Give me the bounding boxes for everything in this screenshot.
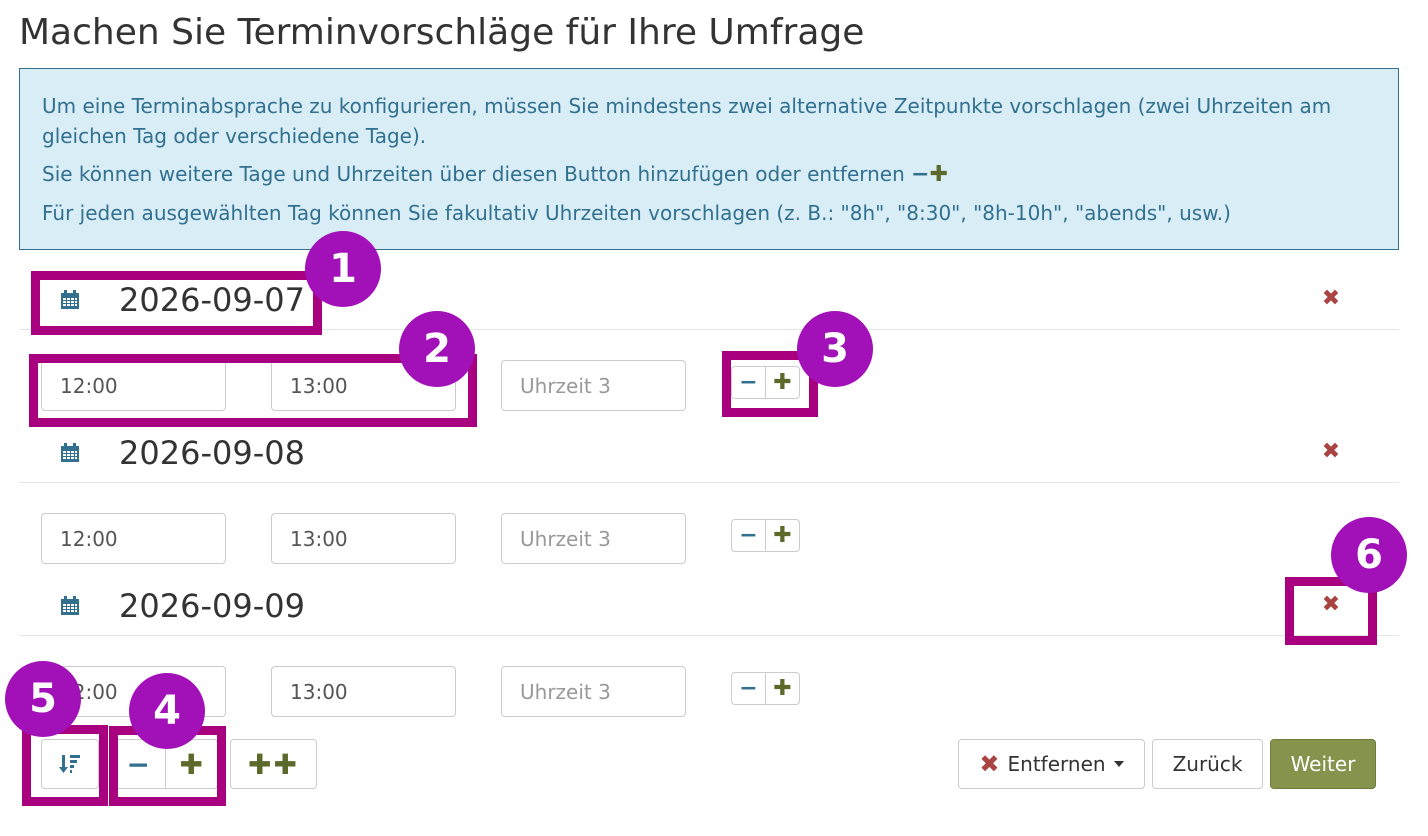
time-slots-row: − ✚ — [0, 513, 1428, 565]
annotation-badge: 4 — [129, 673, 205, 749]
day-date-input[interactable]: 2026-09-08 — [119, 431, 305, 475]
time-input-3[interactable] — [501, 360, 686, 411]
time-input-2[interactable] — [271, 513, 456, 564]
next-button[interactable]: Weiter — [1270, 739, 1376, 789]
time-input-2[interactable] — [271, 666, 456, 717]
remove-time-button[interactable]: − — [732, 520, 765, 551]
remove-day-icon[interactable]: ✖ — [1319, 284, 1343, 314]
sort-dates-button[interactable] — [41, 739, 99, 789]
caret-down-icon — [1113, 761, 1124, 767]
day-row: 2026-09-07 ✖ — [19, 270, 1399, 330]
remove-time-button[interactable]: − — [732, 673, 765, 704]
remove-day-icon[interactable]: ✖ — [1319, 590, 1343, 620]
info-line-1: Um eine Terminabsprache zu konfigurieren… — [42, 94, 1332, 148]
calendar-icon[interactable] — [60, 596, 80, 616]
annotation-badge: 1 — [305, 231, 381, 307]
calendar-icon[interactable] — [60, 443, 80, 463]
time-slots-row: − ✚ — [0, 666, 1428, 718]
add-time-button[interactable]: ✚ — [765, 367, 799, 398]
info-line-2-text: Sie können weitere Tage und Uhrzeiten üb… — [42, 162, 905, 186]
sort-icon — [59, 755, 80, 773]
info-alert: Um eine Terminabsprache zu konfigurieren… — [19, 68, 1399, 250]
add-time-button[interactable]: ✚ — [765, 673, 799, 704]
add-time-button[interactable]: ✚ — [765, 520, 799, 551]
info-line-3: Für jeden ausgewählten Tag können Sie fa… — [42, 201, 1231, 225]
day-date-input[interactable]: 2026-09-09 — [119, 584, 305, 628]
back-button[interactable]: Zurück — [1152, 739, 1263, 789]
annotation-badge: 3 — [797, 311, 873, 387]
remove-label: Entfernen — [1007, 752, 1106, 776]
minus-icon: − — [911, 162, 930, 187]
double-plus-icon: ✚✚ — [248, 747, 299, 781]
annotation-badge: 2 — [399, 311, 475, 387]
remove-time-button[interactable]: − — [732, 367, 765, 398]
remove-day-icon[interactable]: ✖ — [1319, 437, 1343, 467]
copy-times-button[interactable]: ✚✚ — [230, 739, 317, 789]
time-input-1[interactable] — [41, 360, 226, 411]
time-input-1[interactable] — [41, 513, 226, 564]
time-stepper: − ✚ — [731, 366, 800, 399]
info-line-2: Sie können weitere Tage und Uhrzeiten üb… — [42, 159, 1376, 190]
annotation-badge: 5 — [5, 661, 81, 737]
page-title: Machen Sie Terminvorschläge für Ihre Umf… — [19, 12, 865, 53]
day-row: 2026-09-09 ✖ — [19, 576, 1399, 636]
time-stepper: − ✚ — [731, 519, 800, 552]
remove-icon: ✖ — [979, 750, 1000, 778]
time-input-3[interactable] — [501, 513, 686, 564]
time-slots-row: − ✚ — [0, 360, 1428, 412]
remove-dropdown-button[interactable]: ✖ Entfernen — [958, 739, 1145, 789]
time-stepper: − ✚ — [731, 672, 800, 705]
bottom-toolbar: − ✚ ✚✚ ✖ Entfernen Zurück Weiter — [0, 739, 1428, 789]
day-row: 2026-09-08 ✖ — [19, 423, 1399, 483]
day-date-input[interactable]: 2026-09-07 — [119, 278, 305, 322]
calendar-icon[interactable] — [60, 290, 80, 310]
time-input-3[interactable] — [501, 666, 686, 717]
plus-icon: ✚ — [929, 162, 949, 187]
annotation-badge: 6 — [1331, 517, 1407, 593]
